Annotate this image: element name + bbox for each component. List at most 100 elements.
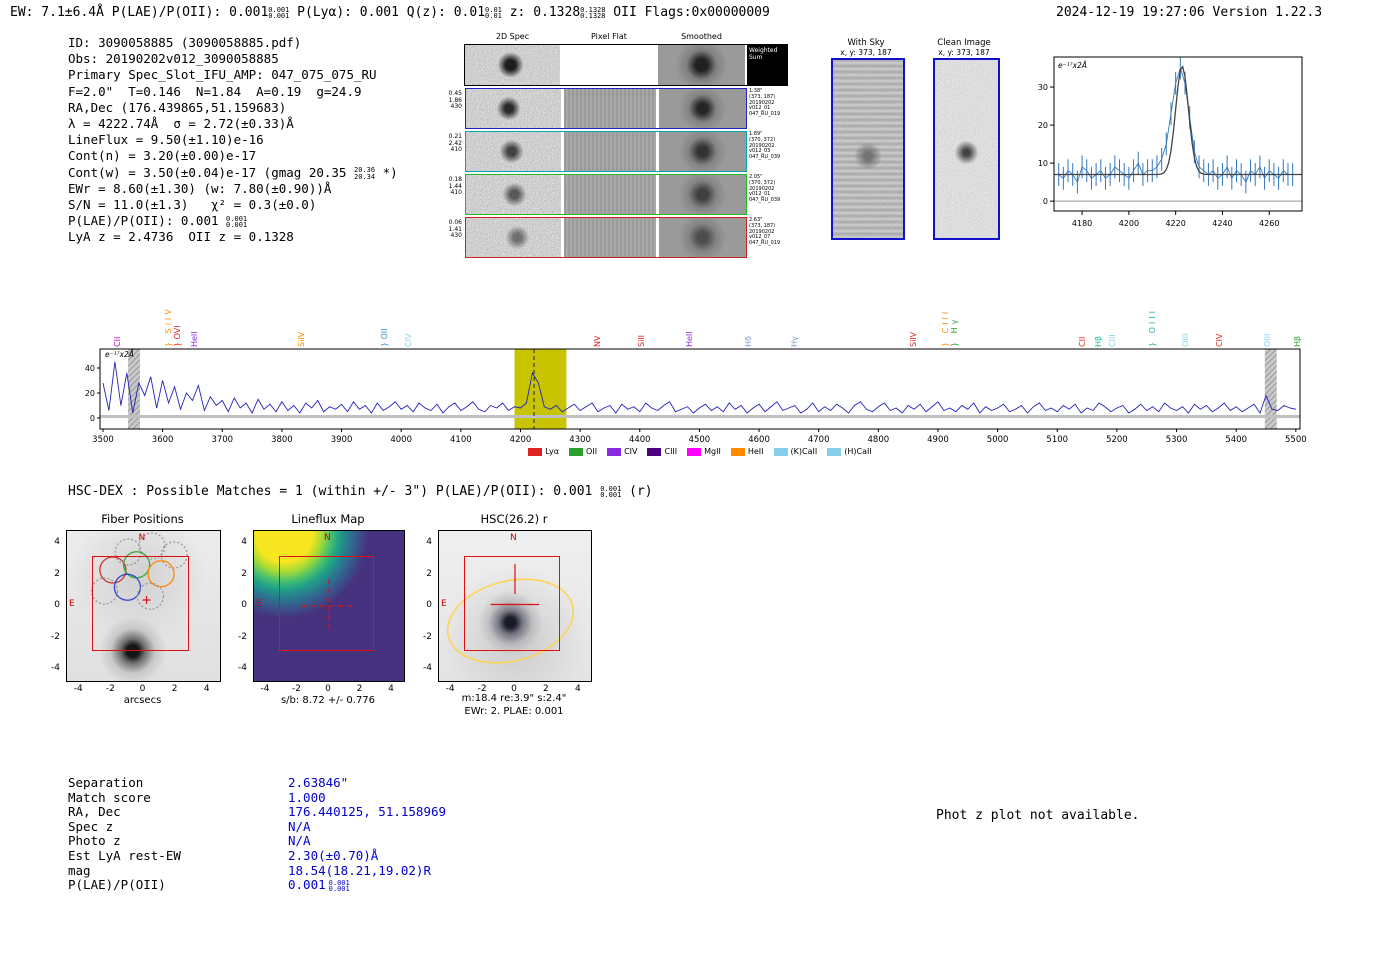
info-line-4: F=2.0" T=0.146 N=1.84 A=0.19 g=24.9 bbox=[68, 84, 398, 100]
legend-label: Lyα bbox=[545, 447, 560, 456]
legend-item: (H)CaII bbox=[827, 447, 872, 456]
row-2d-blob bbox=[466, 218, 561, 257]
x-tick-label: 0 bbox=[511, 684, 517, 694]
x-tick-label: 5200 bbox=[1106, 435, 1128, 445]
x-tick-label: 4100 bbox=[450, 435, 472, 445]
x-tick-label: 3900 bbox=[331, 435, 353, 445]
text-segment: P(Lyα): 0.001 Q(z): 0.01 bbox=[289, 5, 486, 20]
x-tick-label: 5000 bbox=[987, 435, 1009, 445]
row-annotation: 1.38" (373, 187) 20190202 v012_01 047_RU_019 bbox=[749, 88, 789, 118]
y-tick-label: 2 bbox=[54, 568, 60, 579]
y-tick-label: 40 bbox=[85, 364, 95, 373]
match-value-fraction: 0.001 0.001 bbox=[326, 874, 350, 893]
x-tick-label: 2 bbox=[356, 684, 363, 694]
spectrum-legend: Lyα OII CIV CIII MgII HeII (K)CaII (H)CaII bbox=[430, 447, 970, 456]
spectrum-line bbox=[102, 361, 1296, 414]
stacked-fraction: 0.001 0.001 bbox=[268, 6, 289, 20]
text-segment: F=2.0" T=0.146 N=1.84 A=0.19 g=24.9 bbox=[68, 83, 362, 99]
spec2d-row bbox=[465, 131, 747, 172]
legend-swatch bbox=[827, 447, 842, 456]
row-2d-blob bbox=[466, 175, 561, 214]
x-tick-label: 4220 bbox=[1165, 219, 1185, 228]
fraction-bottom: 0.1328 bbox=[580, 12, 606, 20]
extraction-aperture bbox=[92, 555, 189, 651]
with-sky-title: With Sky bbox=[847, 38, 885, 48]
y-tick-label: 10 bbox=[1038, 159, 1048, 168]
text-segment: LineFlux = 9.50(±1.10)e-16 bbox=[68, 132, 264, 148]
info-line-2: Obs: 20190202v012_3090058885 bbox=[68, 51, 398, 67]
stacked-fraction: 20.36 20.34 bbox=[354, 167, 375, 180]
legend-swatch bbox=[647, 447, 662, 456]
x-tick-label: 0 bbox=[325, 684, 331, 694]
text-segment: Primary Spec_Slot_IFU_AMP: 047_075_075_R… bbox=[68, 67, 377, 83]
match-table-row: Separation 2.63846" bbox=[68, 772, 446, 790]
detection-info-block: ID: 3090058885 (3090058885.pdf) Obs: 2019… bbox=[68, 35, 398, 245]
report-datetime: 2024-12-19 19:27:06 Version 1.22.3 bbox=[1056, 5, 1323, 20]
stacked-fraction: 0.01 0.01 bbox=[485, 6, 502, 20]
compass-east: E bbox=[441, 599, 447, 609]
y-tick-label: -2 bbox=[423, 631, 432, 642]
emission-line-label: } SiIV bbox=[164, 306, 174, 347]
fraction-bottom: 0.001 bbox=[226, 221, 248, 230]
x-tick-label: 3500 bbox=[92, 435, 114, 445]
y-tick-label: -4 bbox=[51, 663, 60, 673]
match-label: P(LAE)/P(OII) bbox=[68, 877, 166, 893]
match-table-row: mag 18.54(18.21,19.02)R bbox=[68, 860, 446, 878]
legend-swatch bbox=[569, 447, 584, 456]
annotation-line: 047_RU_019 bbox=[749, 111, 781, 118]
row-2d-blob bbox=[466, 132, 561, 171]
legend-label: HeII bbox=[747, 447, 764, 456]
x-tick-label: 4 bbox=[388, 684, 394, 694]
compass-north: N bbox=[138, 533, 146, 543]
y-tick-label: -4 bbox=[423, 663, 432, 673]
x-tick-label: 2 bbox=[543, 684, 549, 694]
x-tick-label: 4400 bbox=[629, 435, 651, 445]
text-segment: HSC-DEX : Possible Matches = 1 (within +… bbox=[68, 484, 601, 499]
text-segment: LyA z = 2.4736 OII z = 0.1328 bbox=[68, 229, 294, 245]
match-value: 0.001 bbox=[288, 877, 326, 893]
row-fiber-stats: 0.21 2.42 410 bbox=[442, 133, 462, 154]
text-segment: λ = 4222.74Å σ = 2.72(±0.33)Å bbox=[68, 115, 294, 131]
x-tick-label: 4800 bbox=[868, 435, 890, 445]
with-sky-coords: x, y: 373, 187 bbox=[840, 48, 892, 57]
x-tick-label: -4 bbox=[260, 684, 270, 694]
x-tick-label: -2 bbox=[292, 684, 301, 694]
legend-label: (K)CaII bbox=[790, 447, 818, 456]
spec2d-col-header-3: Smoothed bbox=[681, 32, 722, 41]
fiber-xlabel: arcsecs bbox=[123, 695, 162, 706]
match-table-row: RA, Dec 176.440125, 51.158969 bbox=[68, 801, 446, 819]
legend-item: CIV bbox=[607, 447, 637, 456]
clean-image-title: Clean Image bbox=[937, 38, 991, 48]
x-tick-label: 4000 bbox=[390, 435, 412, 445]
x-tick-label: 4260 bbox=[1259, 219, 1279, 228]
y-tick-label: 0 bbox=[1043, 197, 1048, 206]
x-tick-label: 4240 bbox=[1212, 219, 1232, 228]
x-tick-label: 4900 bbox=[927, 435, 949, 445]
row-annotation: 2.05" (370, 372) 20190202 v012_01 047_RU_039 bbox=[749, 174, 789, 204]
x-tick-label: 5400 bbox=[1225, 435, 1247, 445]
info-line-5: RA,Dec (176.439865,51.159683) bbox=[68, 100, 398, 116]
lineflux-map-title: Lineflux Map bbox=[291, 512, 365, 526]
fraction-bottom: 20.34 bbox=[353, 172, 376, 181]
legend-label: CIII bbox=[664, 447, 678, 456]
legend-label: MgII bbox=[704, 447, 721, 456]
y-tick-label: 4 bbox=[426, 537, 432, 547]
spec2d-col-header-1: 2D Spec bbox=[495, 32, 530, 41]
row-annotation: 2.63" (373, 187) 20190202 v012_07 047_RU_019 bbox=[749, 217, 789, 247]
x-tick-label: -4 bbox=[73, 684, 83, 694]
stacked-fraction: 0.001 0.001 bbox=[226, 215, 248, 230]
legend-swatch bbox=[687, 447, 702, 456]
hsc-caption-2: EWr: 2. PLAE: 0.001 bbox=[464, 706, 564, 717]
annotation-line: 047_RU_039 bbox=[749, 197, 781, 204]
y-tick-label: 0 bbox=[426, 600, 432, 610]
spec2d-row bbox=[465, 174, 747, 215]
text-segment: (r) bbox=[621, 484, 653, 499]
clean-image bbox=[933, 58, 1000, 240]
row-smoothed-strip bbox=[659, 175, 746, 214]
flux-units-annotation: e⁻¹⁷x2Å bbox=[105, 350, 134, 359]
header-summary-line: EW: 7.1±6.4Å P(LAE)/P(OII): 0.001 0.001 0.… bbox=[10, 5, 770, 20]
weighted-flat-strip bbox=[563, 45, 655, 85]
hsc-r-title: HSC(26.2) r bbox=[480, 512, 548, 526]
hsc-dex-match-line: HSC-DEX : Possible Matches = 1 (within +… bbox=[68, 484, 653, 499]
extraction-aperture bbox=[278, 555, 374, 651]
